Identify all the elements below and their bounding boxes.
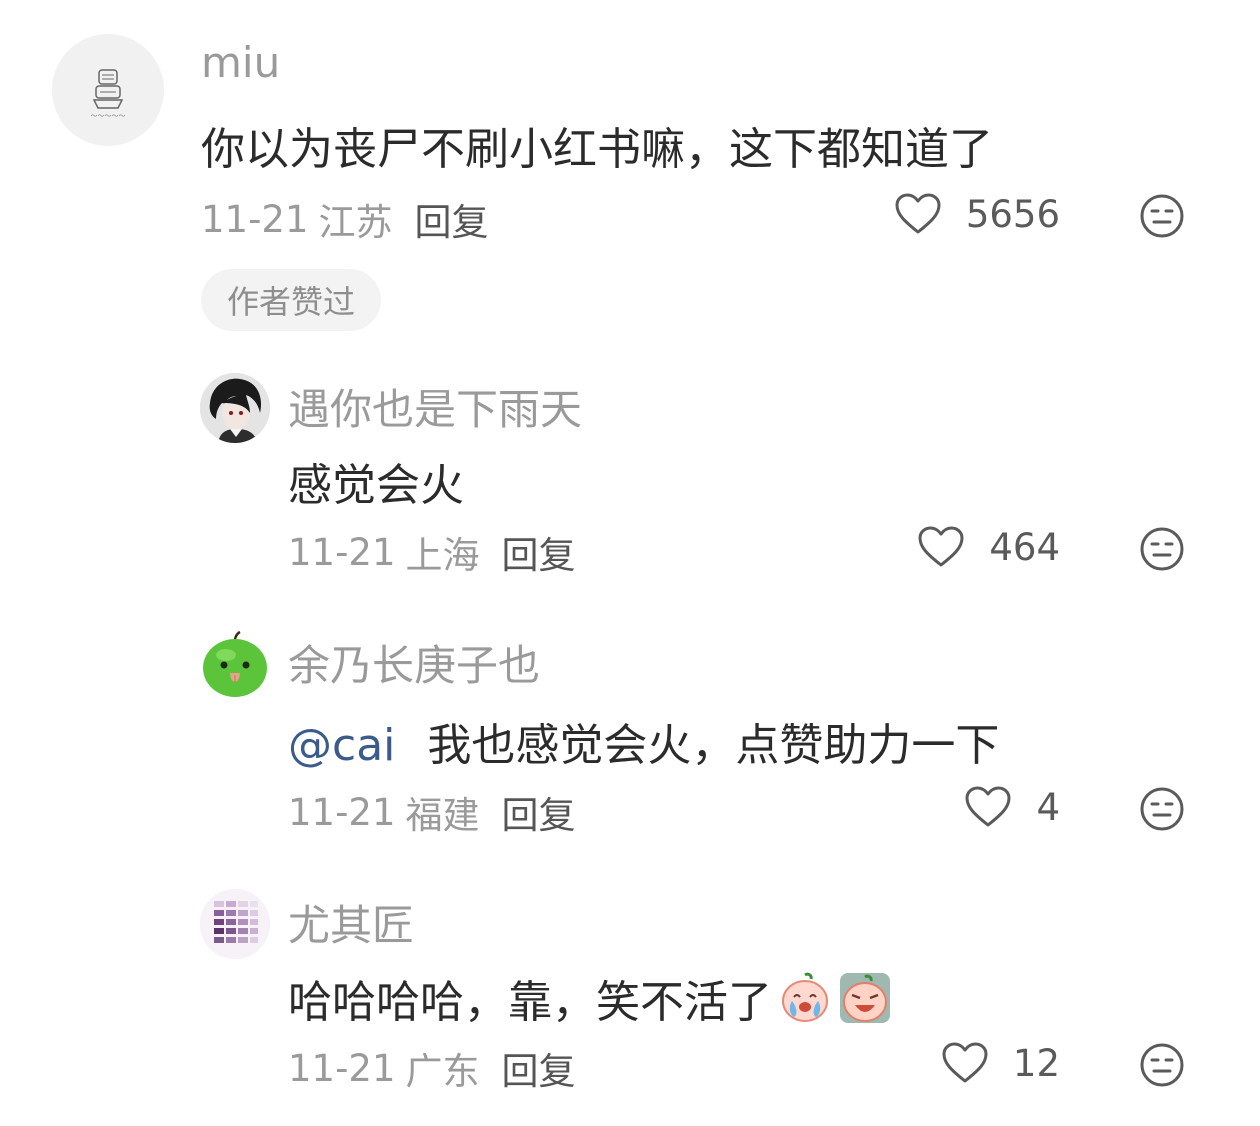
neutral-face-icon[interactable]: [1139, 193, 1185, 239]
comment-location: 广东: [405, 1050, 480, 1093]
neutral-face-icon[interactable]: [1139, 526, 1185, 572]
green-apple-avatar-icon: [200, 629, 270, 699]
reply-button[interactable]: 回复: [415, 192, 489, 246]
heart-icon: [965, 786, 1011, 827]
avatar[interactable]: [200, 629, 270, 699]
reply-button[interactable]: 回复: [502, 525, 576, 579]
username[interactable]: 余乃长庚子也: [288, 632, 540, 693]
sketch-logo-avatar-icon: ～～～～～: [52, 34, 164, 146]
comment-location: 江苏: [318, 201, 393, 244]
like-count: 12: [1012, 1041, 1060, 1085]
comment-text: 感觉会火: [288, 460, 464, 511]
anime-boy-avatar-icon: [200, 373, 270, 443]
like-button[interactable]: 464: [917, 521, 1060, 573]
comment-text: 哈哈哈哈，靠，笑不活了: [288, 966, 892, 1030]
like-button[interactable]: 5656: [894, 188, 1060, 240]
purple-palette-avatar-icon: [200, 889, 270, 959]
username[interactable]: 遇你也是下雨天: [288, 376, 582, 437]
comment-location: 福建: [405, 794, 480, 837]
laughing-peach-emoji-icon: [840, 973, 890, 1023]
comment-meta: 11-21 福建 回复: [288, 785, 576, 839]
comment-meta: 11-21 广东 回复: [288, 1041, 576, 1095]
heart-icon: [918, 526, 964, 567]
comment-date: 11-21: [288, 790, 396, 834]
reply-button[interactable]: 回复: [502, 1041, 576, 1095]
avatar[interactable]: [200, 373, 270, 443]
comment-date: 11-21: [201, 197, 309, 241]
like-button[interactable]: 12: [941, 1037, 1060, 1089]
like-count: 5656: [965, 192, 1060, 236]
reply-button[interactable]: 回复: [502, 785, 576, 839]
neutral-face-icon[interactable]: [1139, 1042, 1185, 1088]
comment-body: 我也感觉会火，点赞助力一下: [427, 720, 1000, 771]
comment-meta: 11-21 江苏 回复: [201, 192, 489, 246]
comment-text: @cai 我也感觉会火，点赞助力一下: [288, 709, 999, 773]
like-count: 4: [1036, 785, 1060, 829]
comment-text: 你以为丧尸不刷小红书嘛，这下都知道了: [201, 124, 993, 175]
username[interactable]: 尤其匠: [288, 892, 414, 953]
comment-body: 哈哈哈哈，靠，笑不活了: [288, 977, 772, 1028]
comment-location: 上海: [405, 534, 480, 577]
avatar[interactable]: [200, 889, 270, 959]
crying-peach-emoji-icon: [782, 972, 828, 1022]
svg-text:～～～～～: ～～～～～: [91, 112, 126, 120]
username[interactable]: miu: [201, 38, 280, 87]
comment-date: 11-21: [288, 1046, 396, 1090]
comment-date: 11-21: [288, 530, 396, 574]
heart-icon: [895, 193, 941, 234]
heart-icon: [942, 1042, 988, 1083]
author-liked-badge: 作者赞过: [201, 269, 381, 331]
neutral-face-icon[interactable]: [1139, 786, 1185, 832]
mention-link[interactable]: @cai: [288, 720, 395, 771]
avatar[interactable]: ～～～～～: [52, 34, 164, 146]
like-button[interactable]: 4: [964, 781, 1060, 833]
like-count: 464: [989, 525, 1060, 569]
comment-meta: 11-21 上海 回复: [288, 525, 576, 579]
